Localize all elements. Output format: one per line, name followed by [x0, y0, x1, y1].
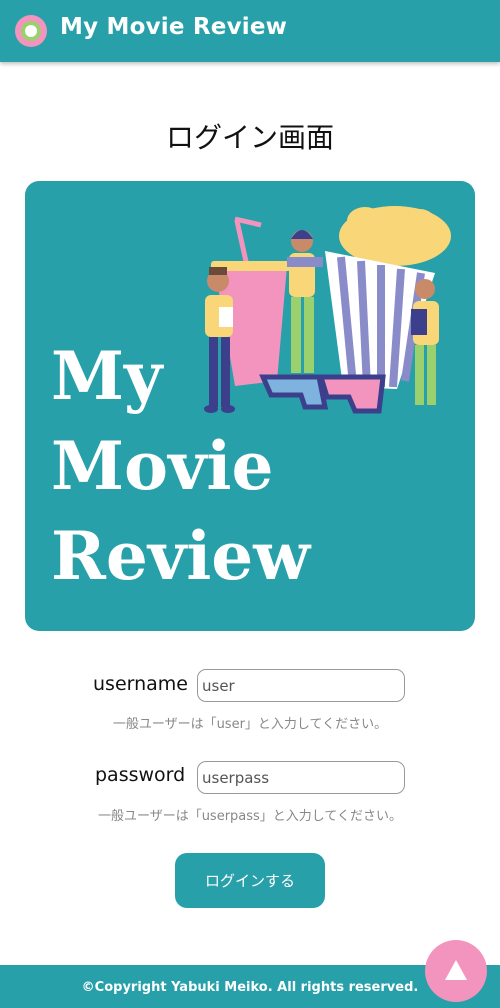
app-title[interactable]: My Movie Review	[60, 14, 287, 40]
hero-title-line: My	[51, 337, 163, 415]
username-label: username	[93, 673, 188, 695]
password-input[interactable]	[197, 761, 405, 794]
scroll-to-top-button[interactable]	[425, 940, 487, 1002]
arrow-up-icon	[445, 960, 467, 980]
username-hint: 一般ユーザーは「user」と入力してください。	[112, 717, 388, 732]
hero-title-line: Movie	[51, 427, 274, 505]
app-header: My Movie Review	[0, 0, 500, 62]
hero-title-line: Review	[51, 517, 311, 595]
film-reel-icon[interactable]	[14, 14, 48, 48]
username-input[interactable]	[197, 669, 405, 702]
hero-title: My Movie Review	[51, 331, 310, 601]
page-title: ログイン画面	[165, 121, 334, 154]
password-label: password	[95, 764, 186, 786]
hero-banner: My Movie Review	[25, 181, 475, 631]
password-hint: 一般ユーザーは「userpass」と入力してください。	[97, 809, 403, 824]
copyright-text: ©Copyright Yabuki Meiko. All rights rese…	[81, 980, 419, 995]
login-button[interactable]: ログインする	[175, 853, 325, 908]
